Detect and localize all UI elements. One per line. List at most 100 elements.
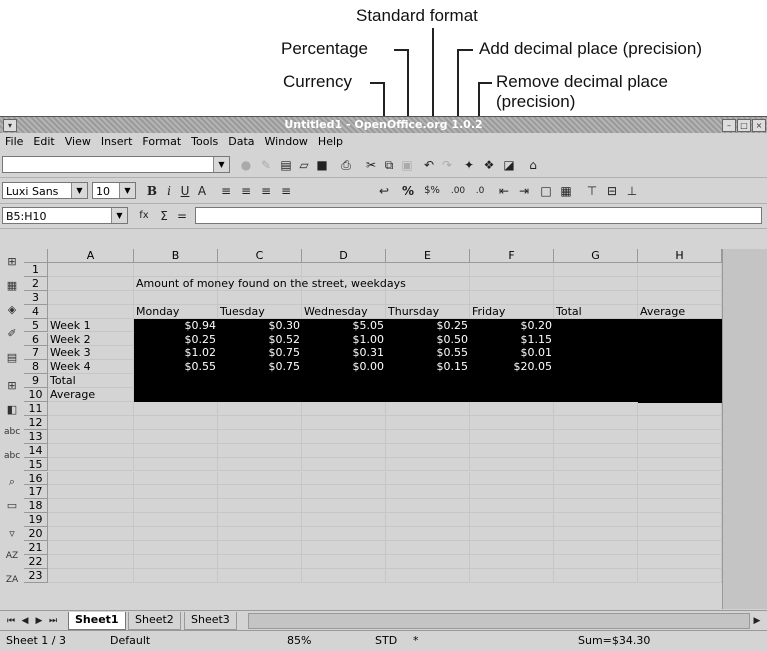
spellcheck-icon[interactable]: abc bbox=[4, 427, 20, 443]
grid-cell[interactable] bbox=[470, 276, 554, 291]
grid-cell[interactable] bbox=[554, 290, 638, 305]
grid-cell[interactable] bbox=[386, 499, 470, 514]
grid-cell[interactable] bbox=[554, 527, 638, 541]
form-icon[interactable]: ⊞ bbox=[4, 379, 20, 395]
online-layout-icon[interactable]: ◧ bbox=[4, 403, 20, 419]
grid-cell[interactable] bbox=[134, 541, 218, 555]
grid-cell[interactable] bbox=[134, 499, 218, 514]
row-header[interactable]: 7 bbox=[24, 346, 48, 361]
row-header[interactable]: 13 bbox=[24, 429, 48, 444]
align-bottom-icon[interactable]: ⊥ bbox=[623, 183, 641, 199]
menu-view[interactable]: View bbox=[60, 134, 96, 148]
increase-indent-icon[interactable]: ⇥ bbox=[515, 183, 533, 199]
grid-cell[interactable] bbox=[554, 554, 638, 569]
grid-cell[interactable] bbox=[48, 304, 134, 319]
grid-cell[interactable] bbox=[638, 263, 722, 277]
grid-cell[interactable] bbox=[134, 485, 218, 500]
sum-icon[interactable]: Σ bbox=[155, 208, 173, 224]
grid-cell[interactable] bbox=[554, 499, 638, 514]
row-header[interactable]: 10 bbox=[24, 388, 48, 402]
borders-icon[interactable]: □ bbox=[537, 183, 555, 199]
edit-file-icon[interactable]: ✎ bbox=[257, 157, 275, 173]
align-top-icon[interactable]: ⊤ bbox=[583, 183, 601, 199]
column-header-a[interactable]: A bbox=[48, 249, 134, 263]
grid-cell[interactable] bbox=[638, 554, 722, 569]
grid-cell[interactable] bbox=[470, 527, 554, 541]
cell-cursor[interactable] bbox=[638, 388, 722, 403]
grid-cell[interactable] bbox=[554, 568, 638, 583]
grid-cell[interactable] bbox=[218, 443, 302, 458]
row-header[interactable]: 16 bbox=[24, 471, 48, 486]
row-header[interactable]: 4 bbox=[24, 304, 48, 319]
grid-cell[interactable] bbox=[218, 457, 302, 472]
grid-cell[interactable] bbox=[638, 402, 722, 416]
grid-cell[interactable] bbox=[218, 499, 302, 514]
column-header-g[interactable]: G bbox=[554, 249, 638, 263]
autofilter-icon[interactable]: ▿ bbox=[4, 527, 20, 543]
grid-cell[interactable] bbox=[386, 554, 470, 569]
stylist-icon[interactable]: ❖ bbox=[480, 157, 498, 173]
status-insert-mode[interactable]: STD bbox=[375, 634, 397, 647]
grid-cell[interactable] bbox=[134, 471, 218, 486]
grid-cell[interactable] bbox=[386, 568, 470, 583]
row-header[interactable]: 9 bbox=[24, 374, 48, 389]
grid-cell[interactable] bbox=[134, 443, 218, 458]
grid-cell[interactable] bbox=[218, 568, 302, 583]
grid-cell[interactable] bbox=[48, 457, 134, 472]
chevron-down-icon[interactable]: ▼ bbox=[119, 183, 135, 198]
grid-cell[interactable] bbox=[638, 568, 722, 583]
grid-cell[interactable] bbox=[470, 290, 554, 305]
minimize-icon[interactable]: – bbox=[722, 119, 736, 132]
grid-cell[interactable] bbox=[470, 443, 554, 458]
grid-cell[interactable] bbox=[302, 554, 386, 569]
grid-cell[interactable] bbox=[48, 541, 134, 555]
grid-cell[interactable] bbox=[48, 499, 134, 514]
insert-icon[interactable]: ⊞ bbox=[4, 255, 20, 271]
menu-file[interactable]: File bbox=[0, 134, 28, 148]
grid-cell[interactable] bbox=[48, 568, 134, 583]
standard-format-icon[interactable]: $% bbox=[423, 183, 441, 199]
grid-cell[interactable] bbox=[470, 554, 554, 569]
font-color-icon[interactable]: A bbox=[193, 183, 211, 199]
grid-cell[interactable] bbox=[470, 263, 554, 277]
font-size-combo[interactable]: 10 ▼ bbox=[92, 182, 136, 199]
currency-icon[interactable]: ↩ bbox=[375, 183, 393, 199]
grid-cell[interactable] bbox=[218, 485, 302, 500]
row-header[interactable]: 14 bbox=[24, 443, 48, 458]
navigator-icon[interactable]: ✦ bbox=[460, 157, 478, 173]
grid-cell[interactable] bbox=[386, 457, 470, 472]
chevron-down-icon[interactable]: ▼ bbox=[111, 208, 127, 223]
name-box[interactable]: B5:H10 ▼ bbox=[2, 207, 128, 224]
grid-cell[interactable] bbox=[48, 402, 134, 416]
grid-cell[interactable] bbox=[554, 443, 638, 458]
close-icon[interactable]: × bbox=[752, 119, 766, 132]
grid-cell[interactable] bbox=[638, 415, 722, 430]
row-header[interactable]: 11 bbox=[24, 402, 48, 416]
maximize-icon[interactable]: □ bbox=[737, 119, 751, 132]
grid-cell[interactable] bbox=[48, 263, 134, 277]
grid-cell[interactable] bbox=[218, 471, 302, 486]
tab-sheet3[interactable]: Sheet3 bbox=[184, 612, 237, 630]
background-color-icon[interactable]: ▦ bbox=[557, 183, 575, 199]
paste-icon[interactable]: ▣ bbox=[398, 157, 416, 173]
grid-cell[interactable] bbox=[470, 499, 554, 514]
underline-icon[interactable]: U bbox=[176, 183, 194, 199]
grid-cell[interactable] bbox=[134, 290, 218, 305]
remove-decimal-icon[interactable]: .0 bbox=[471, 183, 489, 199]
function-icon[interactable]: = bbox=[173, 208, 191, 224]
row-header[interactable]: 6 bbox=[24, 332, 48, 347]
grid-cell[interactable] bbox=[302, 263, 386, 277]
grid-cell[interactable] bbox=[48, 527, 134, 541]
align-left-icon[interactable]: ≡ bbox=[217, 183, 235, 199]
grid-cell[interactable] bbox=[302, 457, 386, 472]
grid-cell[interactable] bbox=[386, 415, 470, 430]
grid-cell[interactable] bbox=[134, 554, 218, 569]
grid-cell[interactable] bbox=[386, 527, 470, 541]
align-right-icon[interactable]: ≡ bbox=[257, 183, 275, 199]
grid-cell[interactable] bbox=[48, 554, 134, 569]
grid-cell[interactable] bbox=[302, 499, 386, 514]
grid-cell[interactable] bbox=[48, 276, 134, 291]
tab-sheet2[interactable]: Sheet2 bbox=[128, 612, 181, 630]
find-icon[interactable]: ⌕ bbox=[4, 475, 20, 491]
save-icon[interactable]: ■ bbox=[313, 157, 331, 173]
